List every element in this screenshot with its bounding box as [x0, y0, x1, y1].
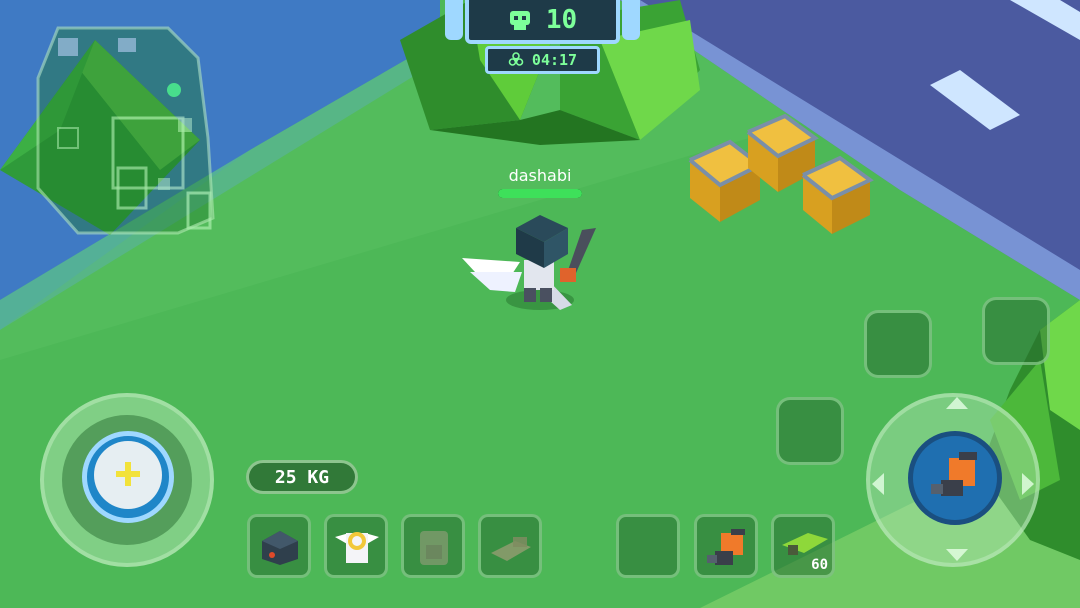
player-name: dashabi [508, 166, 572, 185]
plus-icon [113, 459, 143, 489]
angel-armor-icon [333, 523, 381, 575]
player-nameplate: dashabi [490, 166, 590, 206]
heal-button[interactable] [82, 431, 174, 523]
slot-gadget[interactable] [478, 514, 542, 578]
minigun-icon [703, 523, 753, 577]
players-alive-panel: 10 [465, 0, 620, 44]
fire-button[interactable] [908, 431, 1002, 525]
player-health-bar [498, 189, 582, 198]
helmet-icon [258, 527, 302, 571]
action-button-2[interactable] [982, 297, 1050, 365]
gadget-icon [487, 531, 535, 569]
arrow-right-icon [1022, 473, 1034, 495]
action-button-3[interactable] [776, 397, 844, 465]
players-alive-count: 10 [545, 5, 578, 35]
top-banner: 10 04:17 [445, 0, 640, 80]
slot-weapon-empty[interactable] [616, 514, 680, 578]
action-button-1[interactable] [864, 310, 932, 378]
slot-weapon-minigun[interactable] [694, 514, 758, 578]
slot-helmet[interactable] [247, 514, 311, 578]
arrow-left-icon [872, 473, 884, 495]
inventory-weight: 25 KG [246, 460, 358, 494]
match-timer-panel: 04:17 [485, 46, 600, 74]
skull-icon [508, 9, 532, 31]
minimap[interactable] [18, 18, 223, 240]
inventory-weight-value: 25 KG [274, 466, 330, 488]
match-timer: 04:17 [531, 51, 578, 69]
backpack-icon [414, 525, 454, 573]
arrow-up-icon [946, 397, 968, 409]
slot-armor[interactable] [324, 514, 388, 578]
player-health-fill [498, 189, 582, 198]
movement-joystick[interactable] [40, 393, 214, 567]
fire-joystick[interactable] [866, 393, 1040, 567]
ammo-count: 60 [811, 557, 828, 573]
minigun-icon [927, 448, 985, 510]
arrow-down-icon [946, 549, 968, 561]
slot-backpack[interactable] [401, 514, 465, 578]
biohazard-icon [508, 52, 524, 68]
slot-weapon-launcher[interactable]: 60 [771, 514, 835, 578]
